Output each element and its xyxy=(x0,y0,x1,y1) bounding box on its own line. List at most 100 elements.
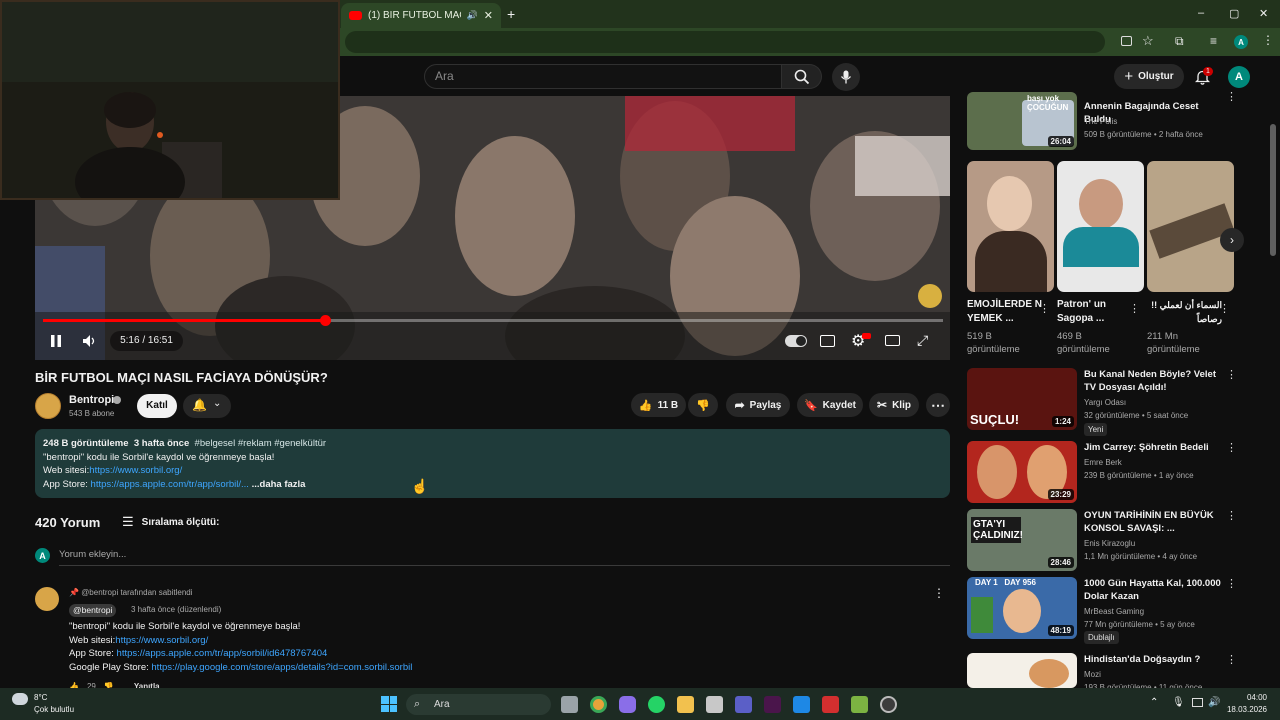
bookmark-star-icon[interactable]: ☆ xyxy=(1142,33,1154,49)
weather-temp[interactable]: 8°C xyxy=(34,693,47,702)
progress-scrubber[interactable] xyxy=(319,315,331,326)
browser-menu-icon[interactable]: ⋮ xyxy=(1262,33,1274,47)
taskbar-search[interactable]: Ara xyxy=(406,694,551,715)
slack-icon[interactable] xyxy=(764,696,781,713)
recommendation-title[interactable]: Bu Kanal Neden Böyle? Velet TV Dosyası A… xyxy=(1084,368,1224,394)
search-button[interactable] xyxy=(782,64,822,89)
browser-tab[interactable]: (1) BİR FUTBOL MAÇI NASIL 🔊 ✕ xyxy=(341,3,501,28)
recommendation-channel[interactable]: The Polis xyxy=(1084,115,1117,128)
tray-display-icon[interactable] xyxy=(1192,698,1203,707)
recommendation-title[interactable]: Hindistan'da Doğsaydın ? xyxy=(1084,653,1224,666)
whatsapp-icon[interactable] xyxy=(648,696,665,713)
channel-name[interactable]: Bentropi xyxy=(69,394,114,406)
sort-button[interactable]: ☰ Sıralama ölçütü: xyxy=(122,514,219,530)
close-window-button[interactable]: ✕ xyxy=(1259,7,1268,20)
subtitles-icon[interactable] xyxy=(820,335,835,347)
description-tags[interactable]: #belgesel #reklam #genelkültür xyxy=(195,438,327,449)
clock-date[interactable]: 18.03.2026 xyxy=(1224,705,1267,714)
short-title[interactable]: Patron' un Sagopa ... xyxy=(1057,298,1132,326)
install-app-icon[interactable] xyxy=(1121,36,1132,46)
short-thumbnail[interactable] xyxy=(967,161,1054,292)
recommendation-menu-icon[interactable]: ⋮ xyxy=(1226,653,1237,666)
recommendation-menu-icon[interactable]: ⋮ xyxy=(1226,90,1237,103)
create-button[interactable]: + Oluştur xyxy=(1114,64,1184,89)
recommendation-thumbnail[interactable]: başı yok ÇOCUĞUN 26:04 xyxy=(967,92,1077,150)
recommendation-channel[interactable]: MrBeast Gaming xyxy=(1084,605,1144,618)
recommendation-channel[interactable]: Emre Berk xyxy=(1084,456,1122,469)
appstore-link[interactable]: https://apps.apple.com/tr/app/sorbil/... xyxy=(91,479,249,490)
new-tab-button[interactable]: + xyxy=(507,6,515,22)
task-view-icon[interactable] xyxy=(561,696,578,713)
windows-start-icon[interactable] xyxy=(381,696,397,712)
tab-close-icon[interactable]: ✕ xyxy=(484,9,493,22)
recommendation-title[interactable]: Jim Carrey: Şöhretin Bedeli xyxy=(1084,441,1224,454)
save-button[interactable]: 🔖 Kaydet xyxy=(797,393,863,417)
short-menu-icon[interactable]: ⋮ xyxy=(1219,302,1230,315)
theater-mode-icon[interactable] xyxy=(885,335,900,346)
subscribe-notification-button[interactable]: 🔔 ⌄ xyxy=(183,394,231,418)
android-studio-icon[interactable] xyxy=(851,696,868,713)
clip-button[interactable]: ✂ Klip xyxy=(869,393,919,417)
show-more-link[interactable]: ...daha fazla xyxy=(252,479,306,490)
chrome-icon[interactable] xyxy=(590,696,607,713)
recommendation-thumbnail[interactable]: GTA'YI ÇALDINIZ! 28:46 xyxy=(967,509,1077,571)
tray-volume-icon[interactable]: 🔊 xyxy=(1208,697,1220,708)
short-title[interactable]: EMOJİLERDE N YEMEK ... xyxy=(967,298,1042,326)
site-link[interactable]: https://www.sorbil.org/ xyxy=(89,465,182,476)
recommendation-thumbnail[interactable] xyxy=(967,653,1077,688)
channel-avatar[interactable] xyxy=(35,393,61,419)
shorts-next-button[interactable]: › xyxy=(1220,228,1244,252)
weather-desc[interactable]: Çok bulutlu xyxy=(34,705,74,714)
comment-author-avatar[interactable] xyxy=(35,587,59,611)
short-thumbnail[interactable] xyxy=(1147,161,1234,292)
address-bar[interactable] xyxy=(345,31,1105,53)
comment-time[interactable]: 3 hafta önce (düzenlendi) xyxy=(131,605,221,614)
recommendation-menu-icon[interactable]: ⋮ xyxy=(1226,441,1237,454)
tray-mic-icon[interactable]: 🎙 xyxy=(1172,697,1185,708)
file-explorer-icon[interactable] xyxy=(677,696,694,713)
comment-author[interactable]: @bentropi xyxy=(69,604,117,617)
add-comment-input[interactable]: Yorum ekleyin... xyxy=(59,549,126,560)
comment-play-link[interactable]: https://play.google.com/store/apps/detai… xyxy=(151,662,412,673)
dislike-button[interactable]: 👎 xyxy=(688,393,718,417)
teams-icon[interactable] xyxy=(735,696,752,713)
short-title[interactable]: السماء أن لعملي !! رصاصاً xyxy=(1147,298,1222,326)
recommendation-title[interactable]: OYUN TARİHİNİN EN BÜYÜK KONSOL SAVAŞI: .… xyxy=(1084,509,1224,535)
account-avatar[interactable]: A xyxy=(1228,66,1250,88)
copilot-icon[interactable] xyxy=(619,696,636,713)
mail-icon[interactable] xyxy=(793,696,810,713)
share-button[interactable]: ➦ Paylaş xyxy=(726,393,790,417)
short-menu-icon[interactable]: ⋮ xyxy=(1039,302,1050,315)
media-control-icon[interactable]: ≡ xyxy=(1210,34,1217,48)
calculator-icon[interactable] xyxy=(706,696,723,713)
page-scrollbar[interactable] xyxy=(1270,124,1276,256)
recommendation-channel[interactable]: Mozi xyxy=(1084,668,1101,681)
fullscreen-icon[interactable]: ⤢ xyxy=(917,332,928,349)
comment-menu-icon[interactable]: ⋮ xyxy=(933,586,945,600)
minimize-button[interactable]: – xyxy=(1198,7,1204,19)
short-menu-icon[interactable]: ⋮ xyxy=(1129,302,1140,315)
mute-button[interactable] xyxy=(78,331,102,351)
recommendation-thumbnail[interactable]: DAY 1 DAY 956 48:19 xyxy=(967,577,1077,639)
recommendation-title[interactable]: 1000 Gün Hayatta Kal, 100.000 Dolar Kaza… xyxy=(1084,577,1224,603)
recommendation-thumbnail[interactable]: SUÇLU! 1:24 xyxy=(967,368,1077,430)
pause-button[interactable] xyxy=(44,331,68,351)
recommendation-thumbnail[interactable]: 23:29 xyxy=(967,441,1077,503)
recommendation-menu-icon[interactable]: ⋮ xyxy=(1226,509,1237,522)
recommendation-channel[interactable]: Enis Kirazoglu xyxy=(1084,537,1135,550)
tray-chevron-icon[interactable]: ⌃ xyxy=(1150,697,1158,708)
clock-time[interactable]: 04:00 xyxy=(1229,693,1267,702)
short-thumbnail[interactable] xyxy=(1057,161,1144,292)
browser-profile-avatar[interactable]: A xyxy=(1234,35,1248,49)
search-input[interactable]: Ara xyxy=(424,64,782,89)
like-button[interactable]: 👍 11 B xyxy=(631,393,686,417)
comment-appstore-link[interactable]: https://apps.apple.com/tr/app/sorbil/id6… xyxy=(117,648,328,659)
recommendation-menu-icon[interactable]: ⋮ xyxy=(1226,368,1237,381)
recommendation-menu-icon[interactable]: ⋮ xyxy=(1226,577,1237,590)
comment-site-link[interactable]: https://www.sorbil.org/ xyxy=(115,635,208,646)
extensions-icon[interactable]: ⧉ xyxy=(1175,34,1184,49)
description-box[interactable]: 248 B görüntüleme 3 hafta önce #belgesel… xyxy=(35,429,950,498)
more-actions-button[interactable]: ⋯ xyxy=(926,393,950,417)
recording-app-icon[interactable] xyxy=(822,696,839,713)
obs-icon[interactable] xyxy=(880,696,897,713)
